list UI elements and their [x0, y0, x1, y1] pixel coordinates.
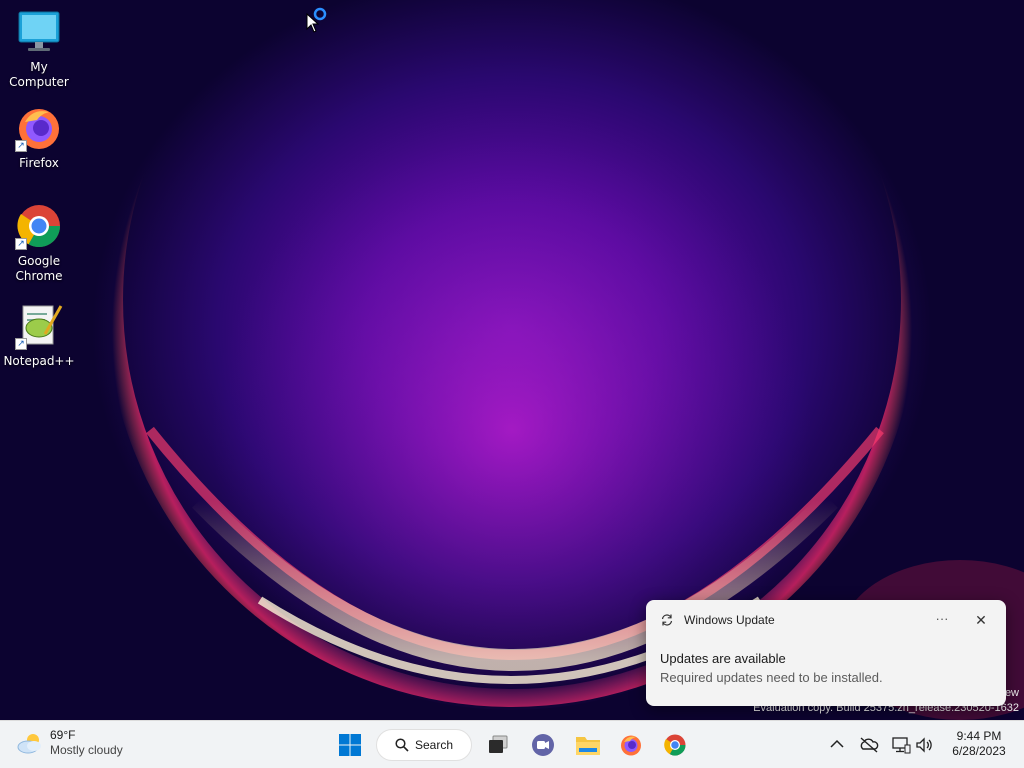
desktop-icon-label: Firefox — [19, 156, 59, 170]
notification-app-name: Windows Update — [684, 613, 775, 627]
weather-condition: Mostly cloudy — [50, 743, 123, 757]
sync-icon — [661, 614, 673, 626]
start-button[interactable] — [334, 729, 366, 761]
desktop-icon-label: Notepad++ — [3, 354, 75, 368]
search-icon — [395, 738, 409, 752]
firefox-icon: ↗ — [15, 104, 63, 152]
more-options-button[interactable]: ··· — [932, 609, 952, 629]
task-view-button[interactable] — [482, 729, 514, 761]
shortcut-arrow-icon: ↗ — [15, 238, 27, 250]
shortcut-arrow-icon: ↗ — [15, 140, 27, 152]
notepad-plus-plus-icon: ↗ — [15, 302, 63, 350]
taskbar: 69°F Mostly cloudy Search 9:44 PM 6/28/2… — [0, 720, 1024, 768]
search-box[interactable]: Search — [376, 729, 472, 761]
shortcut-arrow-icon: ↗ — [15, 338, 27, 350]
taskbar-chrome-button[interactable] — [659, 729, 691, 761]
search-label: Search — [414, 738, 454, 752]
task-view-icon — [489, 735, 508, 753]
clock-date: 6/28/2023 — [952, 744, 1006, 758]
chat-button[interactable] — [527, 729, 559, 761]
desktop-icon-my-computer[interactable]: My Computer — [0, 8, 78, 90]
busy-spinner-icon — [313, 7, 327, 21]
notification-title: Updates are available — [660, 651, 786, 666]
onedrive-offline-icon[interactable] — [859, 735, 879, 755]
file-explorer-button[interactable] — [572, 729, 604, 761]
file-explorer-icon — [576, 737, 600, 755]
clock-time: 9:44 PM — [956, 729, 1002, 743]
teams-chat-icon — [532, 734, 554, 756]
weather-temperature: 69°F — [50, 728, 76, 742]
desktop-icon-firefox[interactable]: ↗ Firefox — [0, 104, 78, 171]
close-icon[interactable]: ✕ — [972, 611, 990, 629]
desktop-icon-notepad-plus-plus[interactable]: ↗ Notepad++ — [0, 302, 78, 369]
monitor-icon — [15, 8, 63, 56]
desktop-icon-google-chrome[interactable]: ↗ Google Chrome — [0, 202, 78, 284]
taskbar-firefox-button[interactable] — [615, 729, 647, 761]
network-icon[interactable] — [891, 735, 911, 755]
desktop-icon-label: My Computer — [9, 60, 69, 89]
volume-icon[interactable] — [914, 735, 934, 755]
notification-body: Required updates need to be installed. — [660, 670, 883, 685]
firefox-icon — [621, 735, 641, 756]
chrome-icon: ↗ — [15, 202, 63, 250]
windows-logo-icon — [339, 734, 361, 756]
windows-update-notification[interactable]: Windows Update ··· ✕ Updates are availab… — [646, 600, 1006, 706]
cloudy-weather-icon — [17, 734, 41, 754]
desktop-icon-label: Google Chrome — [15, 254, 63, 283]
chrome-icon — [664, 734, 686, 756]
weather-widget[interactable]: 69°F Mostly cloudy — [16, 728, 123, 758]
chevron-up-icon[interactable] — [828, 735, 846, 753]
clock[interactable]: 9:44 PM 6/28/2023 — [944, 729, 1014, 759]
